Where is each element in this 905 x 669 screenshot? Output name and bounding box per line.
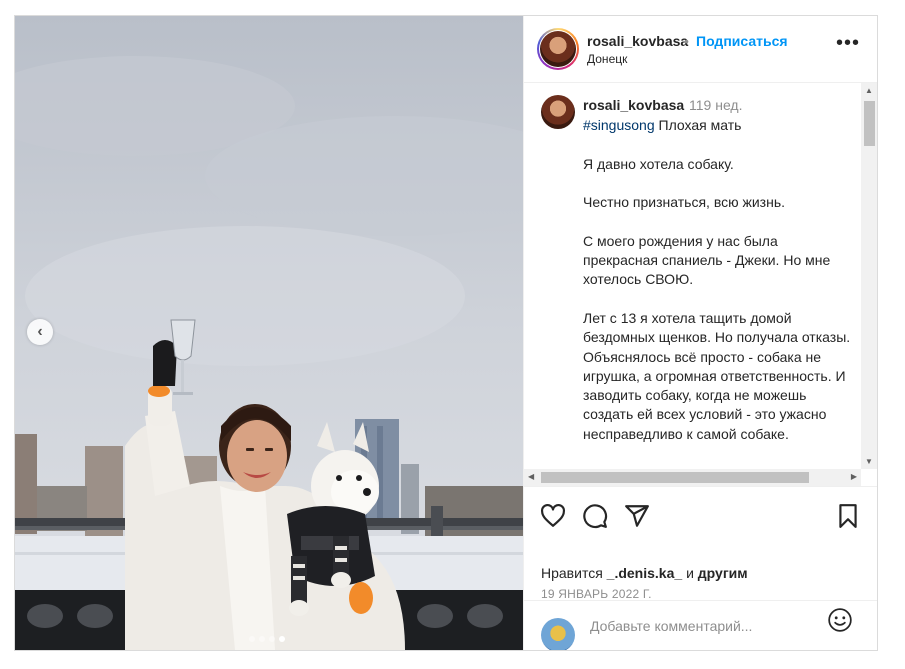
likes-prefix: Нравится xyxy=(541,565,603,581)
caption-paragraph: Лет с 13 я хотела тащить домой бездомных… xyxy=(583,309,851,346)
comment-icon[interactable] xyxy=(582,503,608,529)
scroll-up-icon[interactable]: ▲ xyxy=(865,86,873,95)
caption-title: Плохая мать xyxy=(658,117,742,133)
separator-dot: • xyxy=(684,33,689,49)
viewer-avatar xyxy=(541,618,575,650)
location-link[interactable]: Донецк xyxy=(587,52,627,66)
post-sidebar: rosali_kovbasa • Подписаться Донецк ••• … xyxy=(523,16,877,650)
hashtag-link[interactable]: #singusong xyxy=(583,117,655,133)
carousel-dot xyxy=(259,636,265,642)
scrollbar-thumb[interactable] xyxy=(541,472,809,483)
liker-username[interactable]: _.denis.ka_ xyxy=(607,565,683,581)
bookmark-icon[interactable] xyxy=(835,503,861,529)
caption-paragraph: Объяснялось всё просто - собака не игруш… xyxy=(583,348,846,442)
post-date[interactable]: 19 ЯНВАРЬ 2022 Г. xyxy=(541,587,652,601)
scroll-right-icon[interactable]: ▶ xyxy=(851,472,857,481)
likes-others-link[interactable]: другим xyxy=(698,565,748,581)
carousel-dots xyxy=(249,636,285,642)
post-photo[interactable]: ‹ xyxy=(15,16,523,650)
caption-username[interactable]: rosali_kovbasa xyxy=(583,97,684,113)
scroll-down-icon[interactable]: ▼ xyxy=(865,457,873,466)
carousel-dot xyxy=(269,636,275,642)
paper-plane-icon[interactable] xyxy=(624,503,650,529)
post-actions: Нравится _.denis.ka_ и другим 19 ЯНВАРЬ … xyxy=(524,486,877,601)
caption-paragraph: С моего рождения у нас была прекрасная с… xyxy=(583,232,831,288)
caption-time[interactable]: 119 нед. xyxy=(689,97,742,113)
comment-input[interactable] xyxy=(588,612,822,640)
likes-connector: и xyxy=(686,565,694,581)
caption-paragraph: Честно признаться, всю жизнь. xyxy=(583,194,786,211)
chevron-left-icon: ‹ xyxy=(37,323,43,340)
scroll-left-icon[interactable]: ◀ xyxy=(528,472,534,481)
post-header: rosali_kovbasa • Подписаться Донецк ••• xyxy=(524,16,877,83)
author-avatar-ring[interactable] xyxy=(537,28,579,70)
author-avatar[interactable] xyxy=(540,31,576,67)
follow-button[interactable]: Подписаться xyxy=(696,33,788,49)
heart-icon[interactable] xyxy=(540,503,566,529)
caption-paragraph: Я давно хотела собаку. xyxy=(583,155,734,172)
post-card: ‹ rosali_kovbasa • Подписаться Донецк ••… xyxy=(14,15,878,651)
smiley-icon[interactable] xyxy=(827,607,853,633)
caption-text: #singusong Плохая мать Я давно хотела со… xyxy=(583,116,855,444)
likes-summary: Нравится _.denis.ka_ и другим xyxy=(541,565,748,581)
more-options-icon[interactable]: ••• xyxy=(836,33,860,53)
horizontal-scrollbar[interactable]: ◀ ▶ xyxy=(524,469,861,486)
carousel-dot-active xyxy=(279,636,285,642)
carousel-dot xyxy=(249,636,255,642)
author-username[interactable]: rosali_kovbasa xyxy=(587,33,688,49)
caption-author-avatar[interactable] xyxy=(541,95,575,129)
scrollbar-thumb[interactable] xyxy=(864,101,875,146)
carousel-prev-button[interactable]: ‹ xyxy=(27,319,53,345)
photo-scene xyxy=(15,16,523,650)
vertical-scrollbar[interactable]: ▲ ▼ xyxy=(861,83,877,469)
caption-scroll-area[interactable]: rosali_kovbasa 119 нед. #singusong Плоха… xyxy=(524,83,877,486)
